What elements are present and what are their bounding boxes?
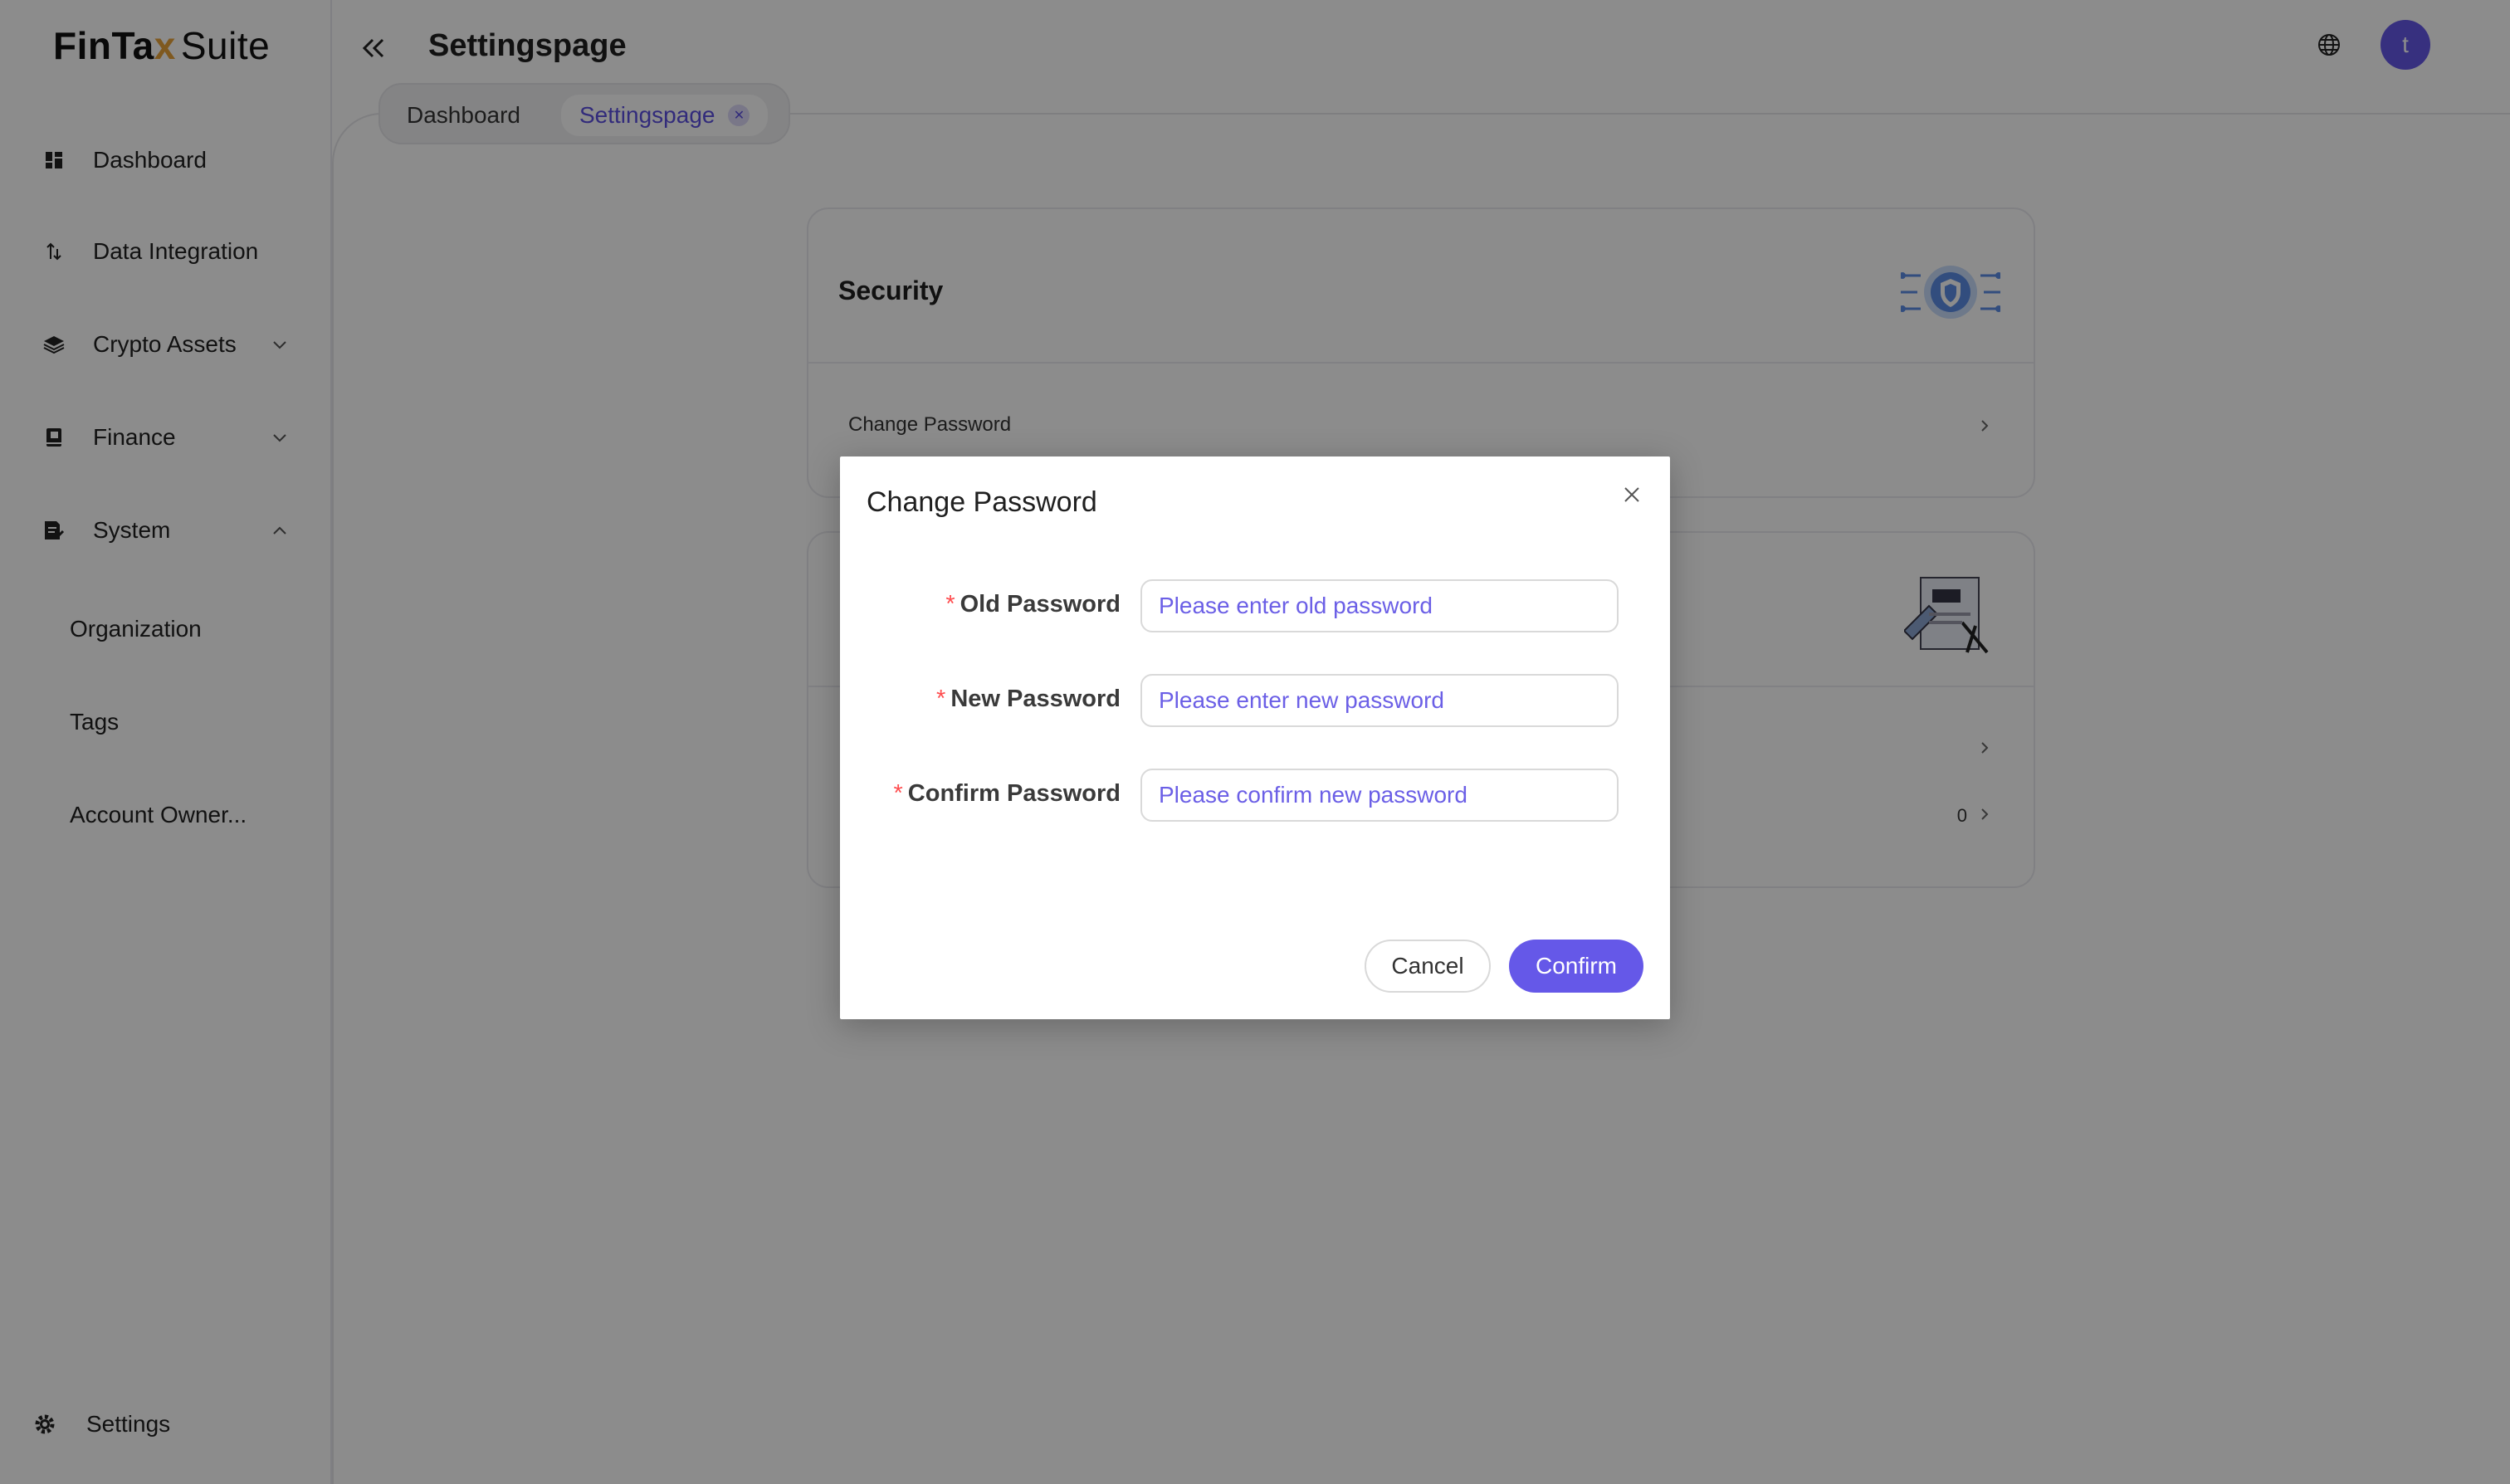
- confirm-password-row: * Confirm Password: [840, 769, 1670, 822]
- confirm-button[interactable]: Confirm: [1509, 940, 1643, 993]
- old-password-row: * Old Password: [840, 579, 1670, 632]
- modal-title: Change Password: [867, 486, 1097, 518]
- old-password-input[interactable]: [1140, 579, 1619, 632]
- required-mark: *: [893, 780, 903, 807]
- confirm-password-input[interactable]: [1140, 769, 1619, 822]
- cancel-button[interactable]: Cancel: [1365, 940, 1491, 993]
- old-password-label: * Old Password: [945, 591, 1121, 618]
- new-password-row: * New Password: [840, 674, 1670, 727]
- field-label-text: Old Password: [960, 591, 1121, 618]
- field-label-text: Confirm Password: [907, 780, 1121, 807]
- change-password-modal: Change Password * Old Password * New Passw…: [840, 456, 1670, 1019]
- required-mark: *: [936, 686, 946, 712]
- new-password-label: * New Password: [936, 686, 1121, 713]
- field-label-text: New Password: [950, 686, 1121, 712]
- required-mark: *: [945, 591, 955, 618]
- close-icon[interactable]: [1620, 483, 1643, 506]
- new-password-input[interactable]: [1140, 674, 1619, 727]
- confirm-password-label: * Confirm Password: [893, 780, 1121, 808]
